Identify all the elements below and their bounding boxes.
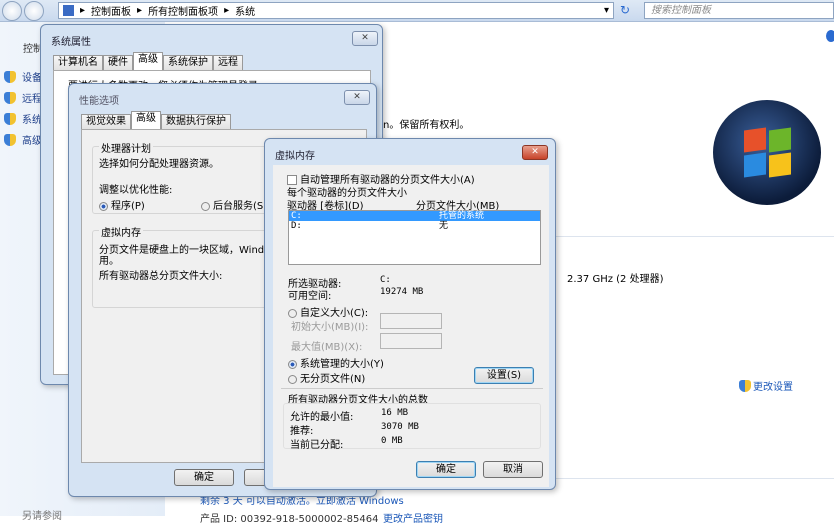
- sidebar-item[interactable]: 高级: [22, 132, 42, 147]
- tab-remote[interactable]: 远程: [213, 55, 243, 70]
- shield-icon: [4, 70, 16, 83]
- min-value: 16 MB: [381, 408, 409, 418]
- help-icon[interactable]: [826, 30, 834, 42]
- windows-logo: [713, 100, 821, 205]
- tab-advanced[interactable]: 高级: [131, 111, 161, 129]
- breadcrumb-item[interactable]: 所有控制面板项: [148, 3, 218, 18]
- free-space-value: 19274 MB: [380, 287, 424, 297]
- shield-icon: [4, 91, 16, 104]
- see-also-heading: 另请参阅: [22, 511, 62, 522]
- dialog-title: 虚拟内存: [275, 151, 315, 162]
- programs-radio[interactable]: 程序(P): [99, 197, 145, 212]
- refresh-icon[interactable]: ↻: [620, 3, 630, 17]
- close-button[interactable]: ✕: [522, 145, 548, 160]
- drive-list[interactable]: C: 托管的系统 D: 无: [288, 210, 541, 265]
- sidebar-item[interactable]: 设备: [22, 69, 42, 84]
- ok-button[interactable]: 确定: [174, 469, 234, 486]
- recommended-label: 推荐:: [290, 426, 314, 437]
- breadcrumb-item[interactable]: 控制面板: [91, 3, 131, 18]
- breadcrumb-item[interactable]: 系统: [235, 3, 255, 18]
- max-size-input[interactable]: [380, 333, 442, 349]
- search-input[interactable]: 搜索控制面板: [644, 2, 834, 19]
- initial-size-label: 初始大小(MB)(I):: [291, 322, 369, 333]
- no-paging-file-radio[interactable]: 无分页文件(N): [288, 370, 365, 385]
- tab-system-protection[interactable]: 系统保护: [163, 55, 213, 70]
- tab-computer-name[interactable]: 计算机名: [53, 55, 103, 70]
- computer-icon: [63, 5, 74, 16]
- chevron-right-icon: ▸: [80, 5, 86, 16]
- back-button[interactable]: [2, 1, 22, 21]
- close-button[interactable]: ✕: [344, 90, 370, 105]
- group-label: 处理器计划: [99, 140, 153, 155]
- breadcrumb[interactable]: ▸ 控制面板 ▸ 所有控制面板项 ▸ 系统 ▾: [58, 2, 614, 19]
- shield-icon: [4, 133, 16, 146]
- cancel-button[interactable]: 取消: [483, 461, 543, 478]
- selected-drive-value: C:: [380, 275, 391, 285]
- shield-icon: [739, 379, 751, 392]
- chevron-right-icon: ▸: [224, 5, 230, 16]
- totals-group: 允许的最小值: 16 MB 推荐: 3070 MB 当前已分配: 0 MB: [283, 403, 541, 451]
- drive-row[interactable]: C: 托管的系统: [289, 211, 540, 221]
- group-label: 虚拟内存: [99, 224, 143, 239]
- min-label: 允许的最小值:: [290, 412, 354, 423]
- vm-desc: 分页文件是硬盘上的一块区域，Windows: [99, 245, 284, 256]
- chevron-right-icon: ▸: [137, 5, 143, 16]
- virtual-memory-dialog: 虚拟内存 ✕ 自动管理所有驱动器的分页文件大小(A) 每个驱动器的分页文件大小 …: [264, 138, 556, 490]
- initial-size-input[interactable]: [380, 313, 442, 329]
- change-product-key-link[interactable]: 更改产品密钥: [383, 510, 443, 525]
- address-bar: ▸ 控制面板 ▸ 所有控制面板项 ▸ 系统 ▾ ↻ 搜索控制面板: [0, 0, 834, 22]
- vm-desc-cont: 用。: [99, 256, 119, 267]
- tab-hardware[interactable]: 硬件: [103, 55, 133, 70]
- shield-icon: [4, 112, 16, 125]
- system-managed-radio[interactable]: 系统管理的大小(Y): [288, 355, 384, 370]
- dialog-title: 性能选项: [79, 96, 119, 107]
- dialog-title: 系统属性: [51, 37, 91, 48]
- adjust-label: 调整以优化性能:: [99, 185, 173, 196]
- sidebar-item[interactable]: 系统: [22, 111, 42, 126]
- current-value: 0 MB: [381, 436, 403, 446]
- services-radio[interactable]: 后台服务(S): [201, 197, 267, 212]
- ok-button[interactable]: 确定: [416, 461, 476, 478]
- vm-total-label: 所有驱动器总分页文件大小:: [99, 271, 223, 282]
- set-button[interactable]: 设置(S): [474, 367, 534, 384]
- processor-value: 2.37 GHz (2 处理器): [567, 274, 664, 285]
- current-label: 当前已分配:: [290, 440, 344, 451]
- drive-row[interactable]: D: 无: [289, 221, 540, 231]
- divider: [281, 388, 543, 389]
- cpu-desc: 选择如何分配处理器资源。: [99, 159, 219, 170]
- forward-button[interactable]: [24, 1, 44, 21]
- copyright-text: n。保留所有权利。: [383, 120, 470, 131]
- custom-size-radio[interactable]: 自定义大小(C):: [288, 304, 368, 319]
- change-settings-link[interactable]: 更改设置: [753, 378, 793, 393]
- close-button[interactable]: ✕: [352, 31, 378, 46]
- max-size-label: 最大值(MB)(X):: [291, 342, 363, 353]
- product-id: 产品 ID: 00392-918-5000002-85464: [200, 514, 379, 525]
- dropdown-icon[interactable]: ▾: [604, 5, 609, 16]
- tab-advanced[interactable]: 高级: [133, 52, 163, 70]
- tab-dep[interactable]: 数据执行保护: [161, 114, 231, 129]
- tab-visual-effects[interactable]: 视觉效果: [81, 114, 131, 129]
- recommended-value: 3070 MB: [381, 422, 419, 432]
- free-space-label: 可用空间:: [288, 291, 332, 302]
- sidebar-item[interactable]: 远程: [22, 90, 42, 105]
